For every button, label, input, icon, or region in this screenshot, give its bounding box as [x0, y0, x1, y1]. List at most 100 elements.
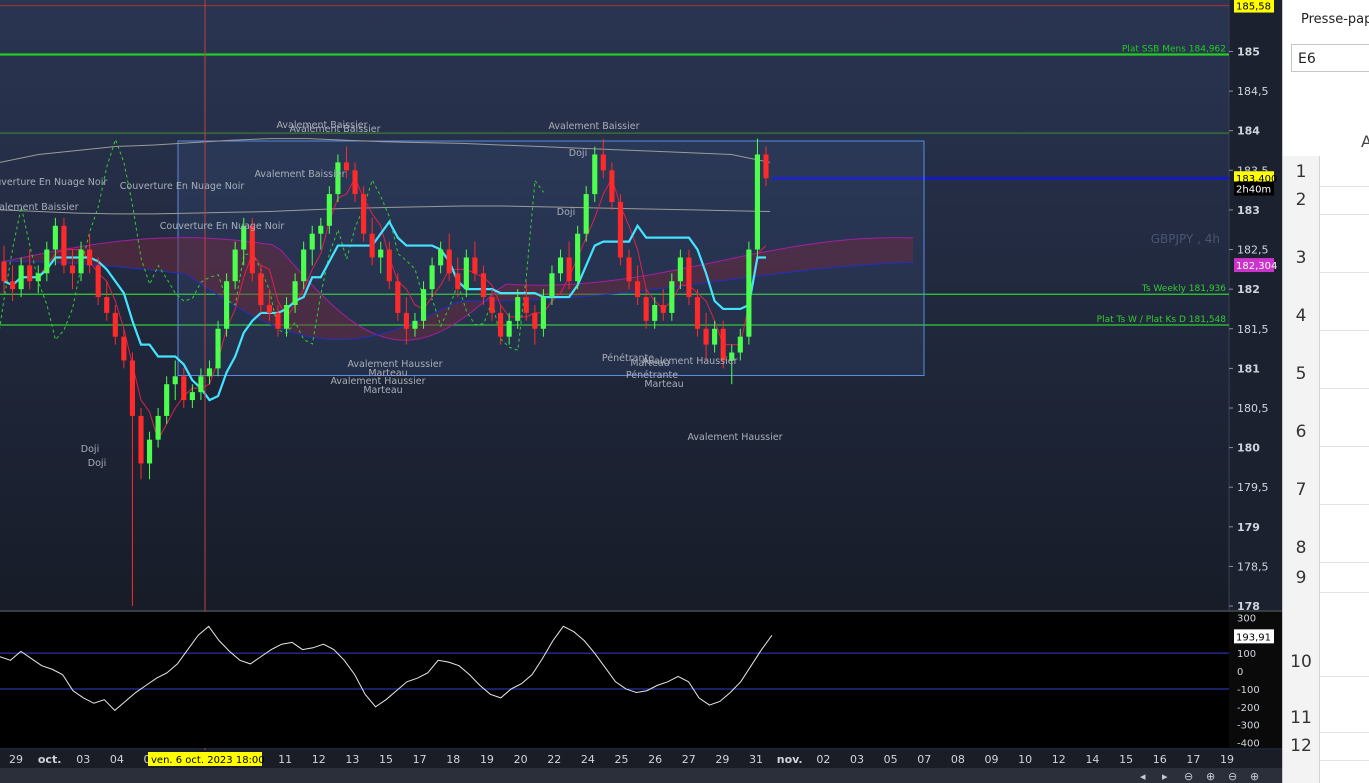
- date-tick-label: 08: [951, 753, 965, 766]
- date-tick-label: 03: [850, 753, 864, 766]
- date-tick-label: 05: [884, 753, 898, 766]
- candle-body: [369, 233, 375, 258]
- candle-body: [763, 154, 769, 179]
- candle-body: [737, 336, 743, 353]
- candle-body: [44, 249, 50, 274]
- candle-body: [249, 225, 255, 274]
- candle-body: [386, 249, 392, 282]
- candle-body: [592, 154, 598, 195]
- row-number-11[interactable]: 11: [1283, 708, 1319, 728]
- pattern-annotation: Marteau: [644, 379, 683, 390]
- candle-body: [146, 439, 153, 464]
- date-tick-label: 17: [1186, 753, 1200, 766]
- bottom-toolbar: [0, 768, 1282, 783]
- candle-body: [283, 305, 290, 329]
- candle-body: [403, 312, 409, 329]
- price-tick-label: 183: [1237, 204, 1260, 217]
- candle-body: [27, 265, 33, 282]
- date-tick-label: nov.: [777, 753, 803, 766]
- row-number-3[interactable]: 3: [1283, 248, 1319, 268]
- candle-body: [754, 154, 761, 250]
- trading-chart[interactable]: Plat SSB Mens 184,962 Ts Weekly 181,936 Pl…: [0, 0, 1282, 783]
- cell-gridline: [1320, 272, 1369, 273]
- candle-body: [746, 249, 752, 337]
- candle-body: [292, 281, 298, 305]
- pattern-annotation: Couverture En Nuage Noir: [120, 181, 245, 192]
- candle-body: [112, 312, 118, 337]
- candle-body: [557, 257, 564, 274]
- price-tick-label: 178,5: [1237, 560, 1269, 573]
- candle-body: [420, 289, 427, 321]
- candle-body: [446, 249, 452, 274]
- candle-body: [395, 281, 401, 313]
- price-tick-label: 180,5: [1237, 402, 1269, 415]
- cell-gridline: [1320, 760, 1369, 761]
- price-tick-label: 179: [1237, 521, 1260, 534]
- date-tick-label: 04: [110, 753, 124, 766]
- row-number-5[interactable]: 5: [1283, 364, 1319, 384]
- candle-body: [266, 305, 272, 313]
- candle-body: [87, 249, 93, 266]
- row-number-4[interactable]: 4: [1283, 306, 1319, 326]
- candle-body: [643, 297, 649, 321]
- candle-body: [455, 273, 461, 290]
- symbol-label: GBPJPY , 4h: [1151, 232, 1220, 246]
- price-badge-label: 2h40m: [1236, 185, 1271, 196]
- excel-panel: Presse-pap E6 A 123456789101112: [1282, 0, 1369, 783]
- candle-body: [155, 415, 161, 440]
- candle-body: [549, 273, 555, 298]
- candle-body: [18, 265, 24, 290]
- pattern-annotation: Couverture En Nuage Noir: [160, 221, 285, 232]
- price-tick-label: 180: [1237, 442, 1260, 455]
- name-box[interactable]: E6: [1291, 44, 1369, 72]
- pattern-annotation: Doji: [569, 148, 587, 159]
- row-number-2[interactable]: 2: [1283, 190, 1319, 210]
- candle-body: [9, 281, 16, 290]
- zoom-control-icon: ⊕: [1250, 770, 1259, 783]
- candle-body: [35, 273, 41, 282]
- candle-body: [712, 328, 718, 345]
- date-tick-label: 12: [1052, 753, 1066, 766]
- oscillator-tick-label: 300: [1237, 613, 1256, 624]
- zoom-control-icon: ⊖: [1228, 770, 1237, 783]
- candle-body: [677, 257, 683, 282]
- candle-body: [198, 376, 204, 393]
- date-tick-label: 19: [480, 753, 494, 766]
- candle-body: [69, 265, 76, 274]
- row-number-1[interactable]: 1: [1283, 162, 1319, 182]
- candle-body: [429, 265, 435, 290]
- candle-body: [104, 297, 110, 313]
- zoom-control-icon: ◂: [1140, 770, 1146, 783]
- date-tick-label: 15: [1119, 753, 1133, 766]
- clipboard-label[interactable]: Presse-pap: [1301, 12, 1369, 27]
- date-tick-label: 09: [985, 753, 999, 766]
- pattern-annotation: Avalement Haussier: [642, 356, 737, 367]
- candle-body: [498, 312, 504, 337]
- price-tick-label: 184: [1237, 125, 1260, 138]
- date-tick-label: 25: [615, 753, 629, 766]
- candle-body: [523, 297, 529, 313]
- crosshair-date-label: ven. 6 oct. 2023 18:00: [151, 755, 265, 766]
- level-label: Plat SSB Mens 184,962: [1122, 45, 1226, 55]
- candle-body: [138, 415, 144, 464]
- date-tick-label: 27: [682, 753, 696, 766]
- row-number-10[interactable]: 10: [1283, 652, 1319, 672]
- level-label: Plat Ts W / Plat Ks D 181,548: [1097, 315, 1227, 325]
- column-header-a[interactable]: A: [1361, 132, 1369, 151]
- row-number-8[interactable]: 8: [1283, 538, 1319, 558]
- candle-body: [583, 194, 589, 234]
- row-number-7[interactable]: 7: [1283, 480, 1319, 500]
- cell-gridline: [1320, 732, 1369, 733]
- candle-body: [506, 320, 512, 337]
- date-tick-label: 29: [715, 753, 729, 766]
- row-number-9[interactable]: 9: [1283, 568, 1319, 588]
- candle-body: [600, 154, 606, 171]
- row-number-12[interactable]: 12: [1283, 736, 1319, 756]
- candle-body: [703, 328, 709, 345]
- candle-body: [566, 257, 572, 282]
- row-number-6[interactable]: 6: [1283, 422, 1319, 442]
- date-tick-label: 15: [379, 753, 393, 766]
- candle-body: [361, 194, 367, 234]
- chart-canvas[interactable]: Plat SSB Mens 184,962 Ts Weekly 181,936 Pl…: [0, 0, 1282, 783]
- candle-body: [189, 392, 195, 401]
